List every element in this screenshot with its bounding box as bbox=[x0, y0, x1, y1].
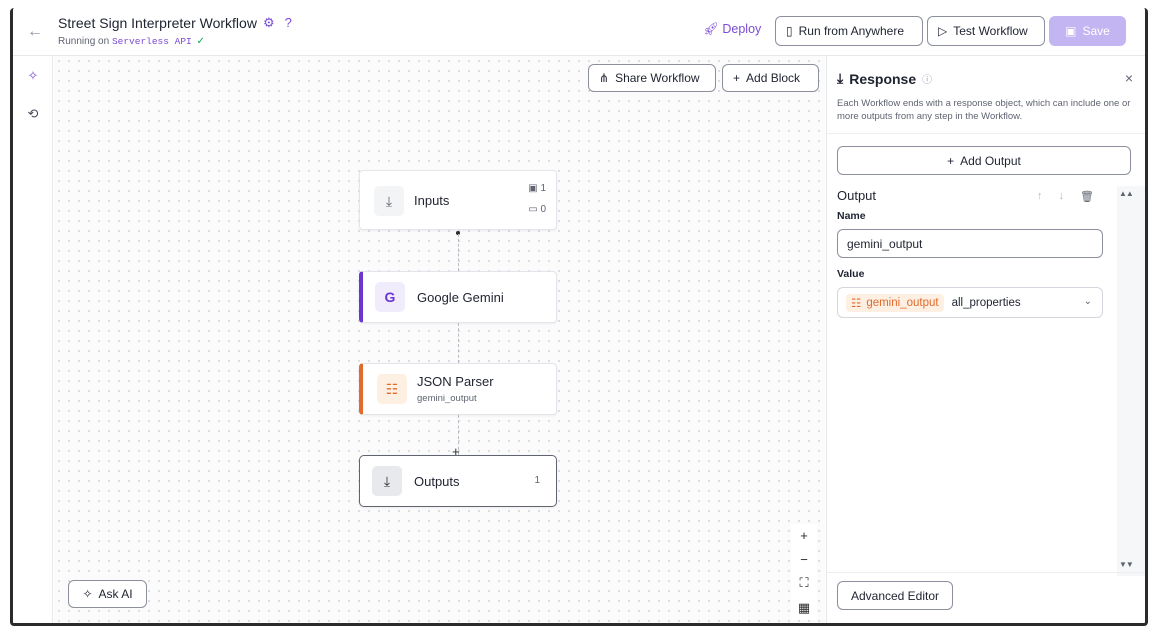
name-label: Name bbox=[837, 210, 866, 222]
save-button[interactable]: ▣ Save bbox=[1049, 16, 1126, 46]
divider bbox=[827, 572, 1145, 573]
app-window: ← Street Sign Interpreter Workflow ⚙ ? R… bbox=[10, 8, 1148, 626]
add-output-label: Add Output bbox=[960, 153, 1021, 168]
advanced-editor-button[interactable]: Advanced Editor bbox=[837, 581, 953, 610]
value-source-chip: ☷ gemini_output bbox=[846, 293, 944, 312]
deploy-button[interactable]: 🚀︎ Deploy bbox=[703, 22, 761, 37]
json-parser-source: gemini_output bbox=[417, 393, 477, 404]
check-icon: ✓ bbox=[196, 36, 205, 47]
share-icon: ⋔ bbox=[599, 71, 610, 85]
gemini-label: Google Gemini bbox=[417, 290, 504, 305]
parameter-input-count: ▭ 0 bbox=[528, 204, 546, 215]
value-source: gemini_output bbox=[866, 296, 939, 309]
divider bbox=[827, 133, 1145, 134]
history-icon[interactable]: ⟲ bbox=[23, 104, 43, 124]
save-disk-icon: ▣ bbox=[1065, 24, 1077, 38]
trash-icon[interactable]: 🗑︎ bbox=[1080, 190, 1094, 203]
share-label: Share Workflow bbox=[615, 71, 700, 85]
minimap-icon[interactable]: ▦ bbox=[798, 600, 810, 616]
scroll-up-icon[interactable]: ▲▲ bbox=[1119, 189, 1134, 198]
zoom-in-icon[interactable]: + bbox=[800, 528, 808, 543]
ask-ai-label: Ask AI bbox=[98, 587, 133, 601]
subtitle-prefix: Running on bbox=[58, 36, 110, 47]
rocket-icon: 🚀︎ bbox=[703, 22, 719, 36]
help-circle-icon[interactable]: ⓘ bbox=[922, 71, 932, 86]
connector-line bbox=[458, 234, 459, 271]
value-property: all_properties bbox=[951, 296, 1021, 309]
json-parser-node[interactable]: ☷ JSON Parser gemini_output bbox=[359, 363, 557, 415]
outputs-node[interactable]: ⤓ Outputs 1 bbox=[359, 455, 557, 507]
chevron-down-icon: ⌄ bbox=[1083, 296, 1092, 307]
move-down-icon[interactable]: ↓ bbox=[1059, 190, 1065, 203]
fit-view-icon[interactable]: ⛶ bbox=[799, 575, 808, 591]
workflow-canvas[interactable]: ⋔ Share Workflow + Add Block + ⤓ Inputs … bbox=[54, 56, 825, 623]
title-icons: ⚙ ? bbox=[263, 15, 292, 31]
move-up-icon[interactable]: ↑ bbox=[1037, 190, 1043, 203]
response-title: ⤓ Response ⓘ bbox=[837, 70, 932, 87]
scroll-down-icon[interactable]: ▼▼ bbox=[1119, 560, 1134, 569]
ask-ai-button[interactable]: ✧ Ask AI bbox=[68, 580, 147, 608]
output-name-input[interactable] bbox=[837, 229, 1103, 258]
parser-icon: ☷ bbox=[377, 374, 407, 404]
add-block-button[interactable]: + Add Block bbox=[722, 64, 819, 92]
response-title-text: Response bbox=[849, 70, 917, 87]
output-value-select[interactable]: ☷ gemini_output all_properties ⌄ bbox=[837, 287, 1103, 318]
plus-icon: + bbox=[947, 153, 955, 168]
zoom-out-icon[interactable]: − bbox=[800, 552, 808, 567]
deploy-label: Deploy bbox=[722, 22, 762, 36]
image-count: 1 bbox=[540, 183, 546, 194]
response-description: Each Workflow ends with a response objec… bbox=[837, 98, 1131, 122]
inputs-label: Inputs bbox=[414, 193, 450, 208]
param-count: 0 bbox=[540, 204, 546, 215]
sparkle-icon[interactable]: ✧ bbox=[23, 66, 43, 86]
google-gemini-node[interactable]: G Google Gemini bbox=[359, 271, 557, 323]
connector-line bbox=[458, 323, 459, 363]
play-icon: ▷ bbox=[938, 24, 948, 38]
image-input-count: ▣ 1 bbox=[528, 183, 546, 194]
add-output-button[interactable]: + Add Output bbox=[837, 146, 1131, 175]
run-from-anywhere-button[interactable]: ▯ Run from Anywhere bbox=[775, 16, 923, 46]
back-arrow-icon[interactable]: ← bbox=[25, 22, 45, 42]
parameter-icon: ▭ bbox=[528, 204, 538, 215]
workflow-title: Street Sign Interpreter Workflow bbox=[58, 15, 257, 31]
output-list-scrollbar[interactable] bbox=[1117, 186, 1145, 576]
environment-name[interactable]: Serverless API bbox=[112, 36, 192, 47]
output-actions: ↑ ↓ 🗑︎ bbox=[1037, 190, 1094, 203]
gemini-g-icon: G bbox=[375, 282, 405, 312]
parser-icon: ☷ bbox=[851, 297, 862, 310]
test-workflow-button[interactable]: ▷ Test Workflow bbox=[927, 16, 1045, 46]
output-arrow-icon: ⤓ bbox=[372, 466, 402, 496]
run-label: Run from Anywhere bbox=[798, 24, 904, 38]
image-icon: ▣ bbox=[528, 183, 538, 194]
zoom-controls: + − ⛶ ▦ bbox=[791, 524, 817, 620]
top-header: ← Street Sign Interpreter Workflow ⚙ ? R… bbox=[13, 8, 1145, 56]
left-rail: ✧ ⟲ </> bbox=[13, 56, 53, 623]
save-label: Save bbox=[1082, 24, 1110, 38]
response-panel: ⤓ Response ⓘ × Each Workflow ends with a… bbox=[826, 56, 1145, 623]
inputs-node[interactable]: ⤓ Inputs ▣ 1 ▭ 0 bbox=[359, 170, 557, 230]
run-environment: Running on Serverless API ✓ bbox=[58, 36, 205, 47]
add-block-label: Add Block bbox=[746, 71, 801, 85]
device-icon: ▯ bbox=[786, 24, 793, 38]
test-label: Test Workflow bbox=[953, 24, 1028, 38]
settings-gear-icon[interactable]: ⚙ bbox=[263, 15, 275, 31]
outputs-count: 1 bbox=[534, 475, 540, 486]
help-icon[interactable]: ? bbox=[285, 15, 292, 31]
plus-icon: + bbox=[733, 71, 741, 85]
value-label: Value bbox=[837, 268, 865, 280]
response-icon: ⤓ bbox=[837, 70, 844, 86]
output-title: Output bbox=[837, 188, 877, 203]
share-workflow-button[interactable]: ⋔ Share Workflow bbox=[588, 64, 716, 92]
download-icon: ⤓ bbox=[374, 186, 404, 216]
outputs-label: Outputs bbox=[414, 474, 460, 489]
sparkle-icon: ✧ bbox=[82, 587, 93, 601]
json-parser-label: JSON Parser bbox=[417, 374, 494, 389]
close-icon[interactable]: × bbox=[1125, 70, 1133, 86]
